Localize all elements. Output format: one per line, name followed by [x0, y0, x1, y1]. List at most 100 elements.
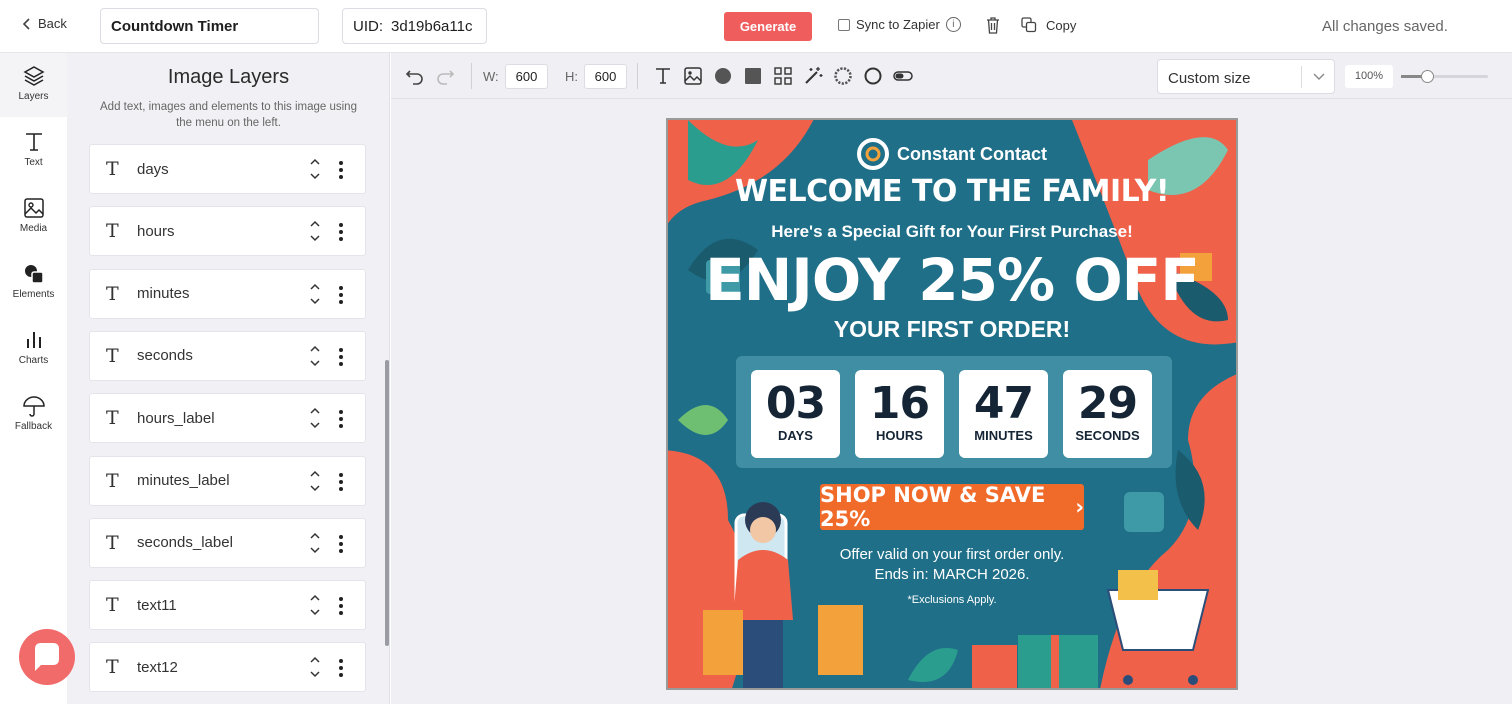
reorder-icon[interactable]: [308, 404, 322, 432]
more-vertical-icon[interactable]: [338, 657, 344, 679]
countdown-value: 03: [765, 378, 826, 429]
zoom-level[interactable]: 100%: [1345, 65, 1393, 88]
info-icon[interactable]: i: [945, 17, 961, 32]
fine-print-3: *Exclusions Apply.: [907, 594, 997, 606]
more-vertical-icon[interactable]: [338, 471, 344, 493]
countdown-label: SECONDS: [1075, 428, 1140, 443]
brand-logo: Constant Contact: [668, 138, 1236, 170]
trash-icon[interactable]: [986, 17, 1000, 34]
add-image-icon[interactable]: [683, 66, 703, 86]
more-vertical-icon[interactable]: [338, 159, 344, 181]
timer-ring-icon[interactable]: [833, 66, 853, 86]
shapes-icon: [24, 265, 44, 284]
copy-button[interactable]: Copy: [1021, 17, 1076, 33]
top-bar: Back Countdown Timer UID: 3d19b6a11c Gen…: [0, 0, 1512, 53]
fine-print-1: Offer valid on your first order only.: [839, 546, 1065, 563]
rail-label: Fallback: [14, 421, 53, 432]
canvas-size-select[interactable]: Custom size: [1157, 59, 1335, 94]
layers-icon: [22, 66, 45, 86]
headline: WELCOME TO THE FAMILY!: [734, 174, 1170, 209]
rail-item-charts[interactable]: Charts: [0, 317, 67, 381]
add-text-icon[interactable]: [653, 66, 673, 86]
progress-bar-icon[interactable]: [893, 66, 913, 86]
layer-row[interactable]: Tdays: [89, 144, 366, 194]
title-input[interactable]: Countdown Timer: [100, 8, 319, 44]
redo-icon[interactable]: [435, 66, 455, 86]
countdown-label: HOURS: [876, 428, 923, 443]
circle-shape-icon[interactable]: [713, 66, 733, 86]
rail-label: Elements: [12, 289, 55, 300]
back-label: Back: [38, 16, 67, 31]
chevron-left-icon: [22, 17, 30, 30]
layer-row[interactable]: Ttext12: [89, 642, 366, 693]
generate-button[interactable]: Generate: [724, 12, 812, 41]
height-input[interactable]: 600: [584, 64, 627, 89]
countdown-hours: 16 HOURS: [855, 370, 944, 458]
rail-item-text[interactable]: Text: [0, 119, 67, 183]
reorder-icon[interactable]: [308, 280, 322, 308]
more-vertical-icon[interactable]: [338, 533, 344, 555]
countdown-value: 16: [869, 378, 930, 429]
reorder-icon[interactable]: [308, 467, 322, 495]
zoom-slider-handle[interactable]: [1421, 70, 1434, 83]
rail-item-elements[interactable]: Elements: [0, 251, 67, 315]
layer-name: text11: [137, 596, 177, 614]
text-layer-icon: T: [106, 469, 119, 492]
layer-row[interactable]: Tseconds_label: [89, 517, 366, 568]
rail-label: Media: [19, 223, 48, 234]
chat-bubble-icon: [35, 643, 59, 671]
width-label: W:: [483, 69, 499, 84]
grid-icon[interactable]: [773, 66, 793, 86]
text-layer-icon: T: [106, 344, 119, 367]
undo-icon[interactable]: [405, 66, 425, 86]
more-vertical-icon[interactable]: [338, 595, 344, 617]
more-vertical-icon[interactable]: [338, 408, 344, 430]
text-layer-icon: T: [106, 407, 119, 430]
layer-row[interactable]: Thours_label: [89, 393, 366, 444]
rail-item-layers[interactable]: Layers: [0, 53, 67, 117]
layer-row[interactable]: Tminutes_label: [89, 455, 366, 506]
layer-row[interactable]: Thours: [89, 206, 366, 257]
reorder-icon[interactable]: [308, 653, 322, 681]
layer-name: days: [137, 160, 169, 178]
layer-row[interactable]: Ttext11: [89, 580, 366, 631]
panel-scrollbar[interactable]: [385, 360, 389, 646]
text-layer-icon: T: [106, 531, 119, 554]
rail-label: Charts: [18, 355, 49, 366]
tool-rail: Layers Text Media Elements Charts Fallba…: [0, 53, 67, 704]
layer-row[interactable]: Tminutes: [89, 268, 366, 319]
reorder-icon[interactable]: [308, 217, 322, 245]
sync-zapier[interactable]: Sync to Zapier i: [838, 17, 961, 32]
more-vertical-icon[interactable]: [338, 346, 344, 368]
layer-name: seconds_label: [137, 534, 233, 552]
reorder-icon[interactable]: [308, 529, 322, 557]
sync-checkbox[interactable]: [838, 18, 850, 31]
chat-launcher[interactable]: [19, 629, 75, 685]
save-status: All changes saved.: [1322, 18, 1448, 35]
ring-icon[interactable]: [863, 66, 883, 86]
countdown-value: 47: [973, 378, 1034, 429]
design-canvas[interactable]: Constant Contact WELCOME TO THE FAMILY! …: [666, 118, 1238, 690]
shop-now-cta[interactable]: SHOP NOW & SAVE 25% ›: [820, 483, 1084, 531]
rail-item-fallback[interactable]: Fallback: [0, 383, 67, 447]
square-shape-icon[interactable]: [743, 66, 763, 86]
layer-row[interactable]: Tseconds: [89, 330, 366, 381]
fine-print-2: Ends in: MARCH 2026.: [874, 566, 1030, 583]
copy-icon: [1021, 17, 1037, 33]
layer-name: hours_label: [137, 409, 215, 427]
reorder-icon[interactable]: [308, 342, 322, 370]
countdown-label: DAYS: [778, 428, 813, 443]
copy-label: Copy: [1046, 17, 1077, 33]
subhead: Here's a Special Gift for Your First Pur…: [771, 222, 1133, 241]
reorder-icon[interactable]: [308, 155, 322, 183]
more-vertical-icon[interactable]: [338, 284, 344, 306]
more-vertical-icon[interactable]: [338, 221, 344, 243]
back-button[interactable]: Back: [22, 16, 67, 31]
reorder-icon[interactable]: [308, 591, 322, 619]
text-layer-icon: T: [106, 594, 119, 617]
brand-name: Constant Contact: [897, 143, 1047, 164]
offer-headline: ENJOY 25% OFF: [705, 246, 1200, 314]
width-input[interactable]: 600: [505, 64, 548, 89]
magic-wand-icon[interactable]: [803, 66, 823, 86]
rail-item-media[interactable]: Media: [0, 185, 67, 249]
